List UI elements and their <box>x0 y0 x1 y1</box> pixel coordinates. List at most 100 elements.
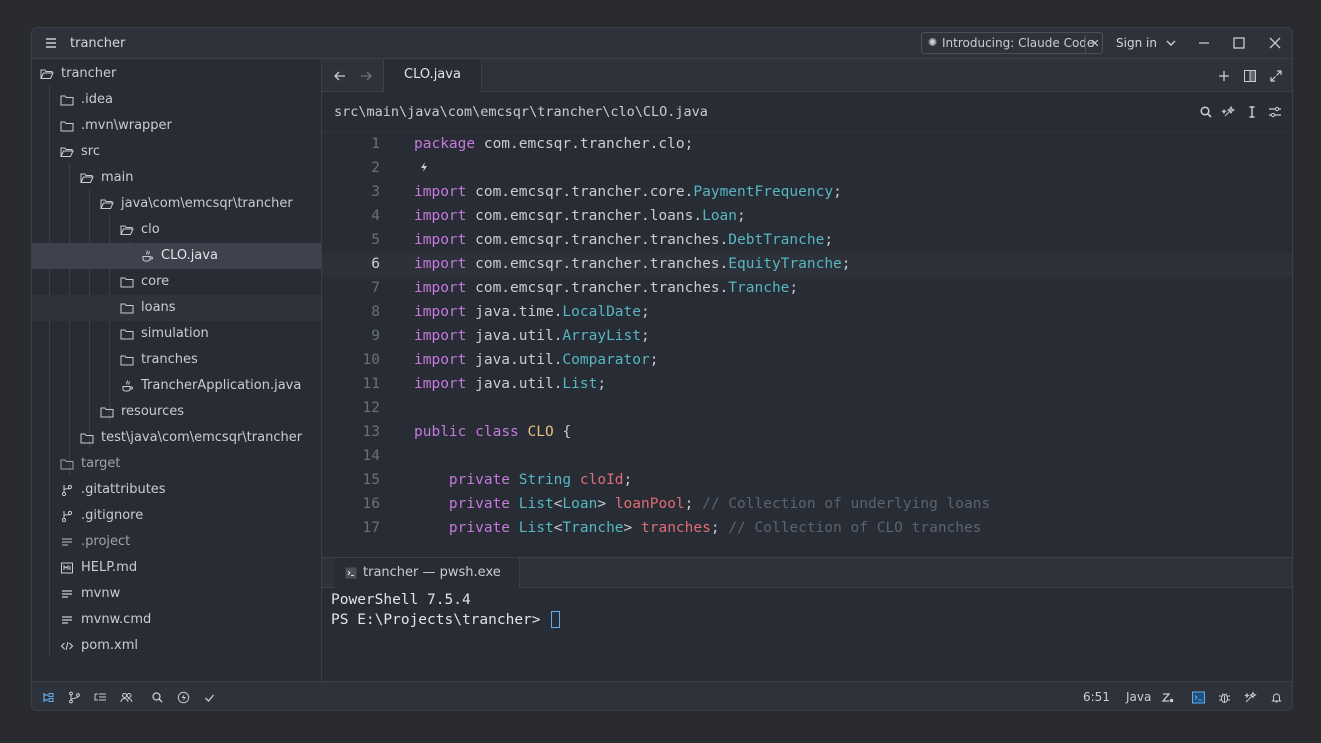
chevron-down-icon[interactable] <box>1164 36 1178 50</box>
debug-icon[interactable] <box>1218 691 1231 704</box>
tree-item-mvnw-cmd[interactable]: mvnw.cmd <box>32 607 321 633</box>
tab-clo-java[interactable]: CLO.java <box>383 59 482 92</box>
tree-item-tranches[interactable]: tranches <box>32 347 321 373</box>
tree-item-label: .idea <box>81 92 113 107</box>
code-line: 5 import com.emcsqr.trancher.tranches.Deb… <box>322 229 1292 253</box>
sliders-icon[interactable] <box>1267 104 1283 120</box>
tree-item-trancher-application[interactable]: TrancherApplication.java <box>32 373 321 399</box>
text-file-icon <box>62 616 72 624</box>
folder-open-icon <box>100 199 114 209</box>
language-mode[interactable]: Java <box>1126 690 1151 704</box>
tree-item-gitignore[interactable]: .gitignore <box>32 503 321 529</box>
terminal-output-line: PowerShell 7.5.4 <box>331 592 471 608</box>
code-line: 15 private String cloId; <box>322 469 1292 493</box>
plus-icon[interactable] <box>1216 68 1232 84</box>
terminal-icon <box>345 567 357 579</box>
terminal-cursor <box>551 611 561 628</box>
tree-item-target[interactable]: target <box>32 451 321 477</box>
line-number: 16 <box>362 496 380 512</box>
tree-item-loans[interactable]: loans <box>32 295 321 321</box>
outline-icon[interactable] <box>94 691 107 704</box>
line-code <box>414 160 430 176</box>
code-line: 17 private List<Tranche> tranches; // Co… <box>322 517 1292 541</box>
cursor-position[interactable]: 6:51 <box>1083 690 1110 704</box>
project-panel: trancher .idea .mvn\wrapper src main jav… <box>32 59 322 681</box>
collaborators-icon[interactable] <box>120 691 133 704</box>
tree-item-label: .mvn\wrapper <box>81 118 172 133</box>
tree-item-idea[interactable]: .idea <box>32 87 321 113</box>
line-code: import com.emcsqr.trancher.tranches.Debt… <box>414 232 834 248</box>
tree-item-mvn-wrapper[interactable]: .mvn\wrapper <box>32 113 321 139</box>
code-line: 11 import java.util.List; <box>322 373 1292 397</box>
code-line: 4 import com.emcsqr.trancher.loans.Loan; <box>322 205 1292 229</box>
folder-icon <box>100 407 114 418</box>
tree-item-clo[interactable]: clo <box>32 217 321 243</box>
ai-assistant-icon[interactable] <box>1244 691 1257 704</box>
promo-banner[interactable]: ✺ Introducing: Claude Code ✕ <box>921 32 1103 54</box>
expand-icon[interactable] <box>1268 68 1284 84</box>
inline-completion-icon[interactable] <box>1161 691 1174 704</box>
project-panel-icon[interactable] <box>42 691 55 704</box>
sign-in-button[interactable]: Sign in <box>1116 36 1157 50</box>
tree-item-java-package[interactable]: java\com\emcsqr\trancher <box>32 191 321 217</box>
lightning-icon[interactable] <box>418 161 430 173</box>
tree-item-clo-java[interactable]: CLO.java <box>32 243 321 269</box>
arrow-right-icon[interactable] <box>358 68 374 84</box>
search-icon[interactable] <box>1198 104 1214 120</box>
tree-item-label: trancher <box>61 66 117 81</box>
arrow-left-icon[interactable] <box>332 68 348 84</box>
terminal-prompt-line[interactable]: PS E:\Projects\trancher> <box>331 611 561 628</box>
maximize-icon[interactable] <box>1232 36 1246 50</box>
line-number: 5 <box>371 232 380 248</box>
code-line: 10 import java.util.Comparator; <box>322 349 1292 373</box>
tree-item-main[interactable]: main <box>32 165 321 191</box>
lightning-icon[interactable] <box>177 691 190 704</box>
project-title[interactable]: trancher <box>70 36 125 51</box>
tree-item-project[interactable]: .project <box>32 529 321 555</box>
tree-item-mvnw[interactable]: mvnw <box>32 581 321 607</box>
line-number: 14 <box>362 448 380 464</box>
terminal-icon[interactable] <box>1192 691 1205 704</box>
line-number: 13 <box>362 424 380 440</box>
tree-item-label: clo <box>141 222 160 237</box>
tree-item-trancher[interactable]: trancher <box>32 61 321 87</box>
line-number: 11 <box>362 376 380 392</box>
terminal-tab[interactable]: trancher — pwsh.exe <box>334 558 520 588</box>
line-number: 15 <box>362 472 380 488</box>
folder-icon <box>120 303 134 314</box>
tree-item-label: mvnw <box>81 586 121 601</box>
tree-item-simulation[interactable]: simulation <box>32 321 321 347</box>
line-code: import com.emcsqr.trancher.tranches.Tran… <box>414 280 799 296</box>
check-icon[interactable] <box>203 691 216 704</box>
terminal-tab-bar: trancher — pwsh.exe <box>322 558 1292 588</box>
tree-item-label: tranches <box>141 352 198 367</box>
breadcrumb-path[interactable]: src\main\java\com\emcsqr\trancher\clo\CL… <box>334 104 708 120</box>
tree-item-src[interactable]: src <box>32 139 321 165</box>
code-line: 9 import java.util.ArrayList; <box>322 325 1292 349</box>
line-number: 17 <box>362 520 380 536</box>
tree-item-help-md[interactable]: HELP.md <box>32 555 321 581</box>
line-code: import java.util.List; <box>414 376 607 392</box>
promo-label[interactable]: Introducing: Claude Code <box>942 36 1094 50</box>
menu-icon[interactable] <box>44 36 58 50</box>
tree-item-core[interactable]: core <box>32 269 321 295</box>
tree-item-pom-xml[interactable]: pom.xml <box>32 633 321 659</box>
text-file-icon <box>62 590 72 598</box>
tree-item-gitattributes[interactable]: .gitattributes <box>32 477 321 503</box>
search-icon[interactable] <box>151 691 164 704</box>
minimize-icon[interactable] <box>1197 36 1211 50</box>
text-cursor-icon[interactable] <box>1244 104 1260 120</box>
close-icon[interactable] <box>1268 36 1282 50</box>
git-branch-icon[interactable] <box>68 691 81 704</box>
line-code: import com.emcsqr.trancher.loans.Loan; <box>414 208 746 224</box>
bell-icon[interactable] <box>1270 691 1283 704</box>
tree-item-resources[interactable]: resources <box>32 399 321 425</box>
close-promo-button[interactable]: ✕ <box>1085 35 1104 53</box>
line-code: import com.emcsqr.trancher.core.PaymentF… <box>414 184 842 200</box>
tree-item-label: target <box>81 456 121 471</box>
line-code: import java.time.LocalDate; <box>414 304 650 320</box>
tree-item-test[interactable]: test\java\com\emcsqr\trancher <box>32 425 321 451</box>
split-pane-icon[interactable] <box>1242 68 1258 84</box>
code-area[interactable]: 1 package com.emcsqr.trancher.clo; 2 3 imp… <box>322 133 1292 557</box>
inline-assist-icon[interactable] <box>1221 104 1237 120</box>
